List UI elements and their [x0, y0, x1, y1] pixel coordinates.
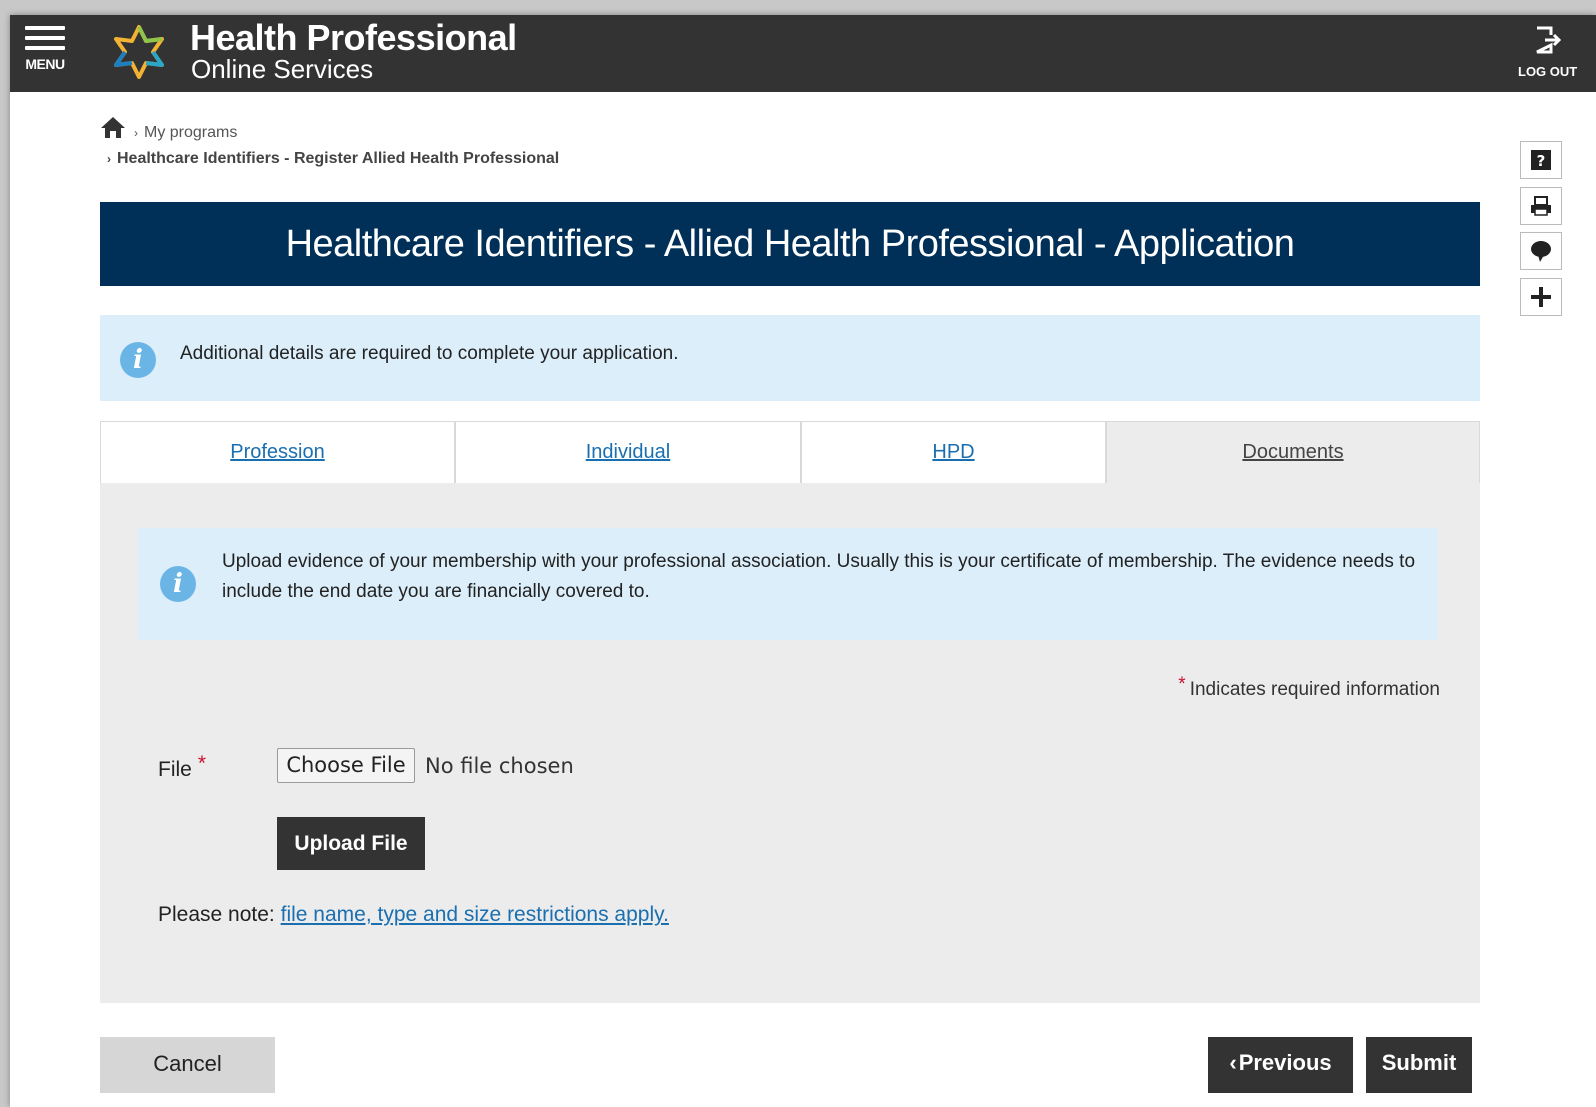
info-icon: i [160, 566, 196, 602]
previous-label: Previous [1238, 1050, 1332, 1075]
restrictions-note: Please note: file name, type and size re… [158, 903, 669, 927]
logout-button[interactable]: LOG OUT [1518, 25, 1588, 85]
plus-icon [1531, 287, 1551, 307]
note-prefix: Please note: [158, 903, 275, 926]
previous-button[interactable]: ‹Previous [1208, 1037, 1353, 1093]
help-button[interactable]: ? [1520, 141, 1562, 179]
required-note: * Indicates required information [1140, 674, 1440, 701]
chevron-left-icon: ‹ [1229, 1050, 1237, 1075]
file-label: File * [158, 752, 210, 782]
tab-hpd[interactable]: HPD [801, 421, 1106, 483]
brand-subtitle: Online Services [191, 54, 374, 84]
documents-panel: i Upload evidence of your membership wit… [100, 483, 1480, 1003]
breadcrumb-my-programs[interactable]: › My programs [134, 124, 237, 142]
cancel-button[interactable]: Cancel [100, 1037, 275, 1093]
breadcrumb-label: My programs [144, 124, 238, 141]
breadcrumb-label: Healthcare Identifiers - Register Allied… [117, 150, 560, 167]
brand-title: Health Professional [190, 17, 517, 58]
feedback-icon [1531, 241, 1551, 262]
tab-label[interactable]: Profession [230, 441, 325, 464]
required-note-text: Indicates required information [1189, 679, 1440, 700]
print-button[interactable] [1520, 187, 1562, 225]
menu-button[interactable]: MENU [22, 25, 68, 81]
file-status-text: No file chosen [425, 754, 574, 778]
tab-label[interactable]: Documents [1242, 441, 1343, 464]
breadcrumb-separator-icon: › [134, 126, 138, 140]
browser-frame: MENU Health Professional Online Services… [10, 15, 1596, 1107]
logout-icon [1536, 26, 1562, 54]
choose-file-button[interactable]: Choose File [277, 748, 415, 783]
upload-info-banner: i Upload evidence of your membership wit… [138, 528, 1438, 640]
info-banner: i Additional details are required to com… [100, 315, 1480, 401]
logout-label: LOG OUT [1518, 64, 1578, 79]
restrictions-link[interactable]: file name, type and size restrictions ap… [281, 903, 669, 926]
tab-documents[interactable]: Documents [1106, 421, 1480, 483]
print-icon [1531, 196, 1551, 216]
help-icon: ? [1531, 150, 1551, 170]
feedback-button[interactable] [1520, 232, 1562, 270]
info-icon: i [120, 342, 156, 378]
tab-bar: Profession Individual HPD Documents [100, 421, 1480, 483]
tab-label[interactable]: Individual [586, 441, 671, 464]
upload-file-button[interactable]: Upload File [277, 817, 425, 870]
hamburger-icon [22, 25, 68, 50]
star-logo-icon [114, 25, 164, 79]
tab-profession[interactable]: Profession [100, 421, 455, 483]
info-message: Additional details are required to compl… [180, 343, 679, 364]
menu-label: MENU [25, 56, 65, 72]
submit-button[interactable]: Submit [1366, 1037, 1472, 1093]
upload-info-message: Upload evidence of your membership with … [222, 551, 1416, 602]
tab-label[interactable]: HPD [932, 441, 974, 464]
breadcrumb-separator-icon: › [107, 152, 111, 166]
required-star: * [1178, 674, 1186, 695]
svg-text:?: ? [1537, 152, 1546, 170]
breadcrumb-current-page: › Healthcare Identifiers - Register Allie… [107, 150, 559, 168]
expand-button[interactable] [1520, 278, 1562, 316]
home-icon[interactable] [100, 115, 126, 139]
file-label-text: File [158, 758, 192, 781]
top-bar: MENU Health Professional Online Services… [10, 15, 1596, 92]
required-star: * [197, 752, 207, 775]
tab-individual[interactable]: Individual [455, 421, 801, 483]
page-title: Healthcare Identifiers - Allied Health P… [100, 202, 1480, 286]
